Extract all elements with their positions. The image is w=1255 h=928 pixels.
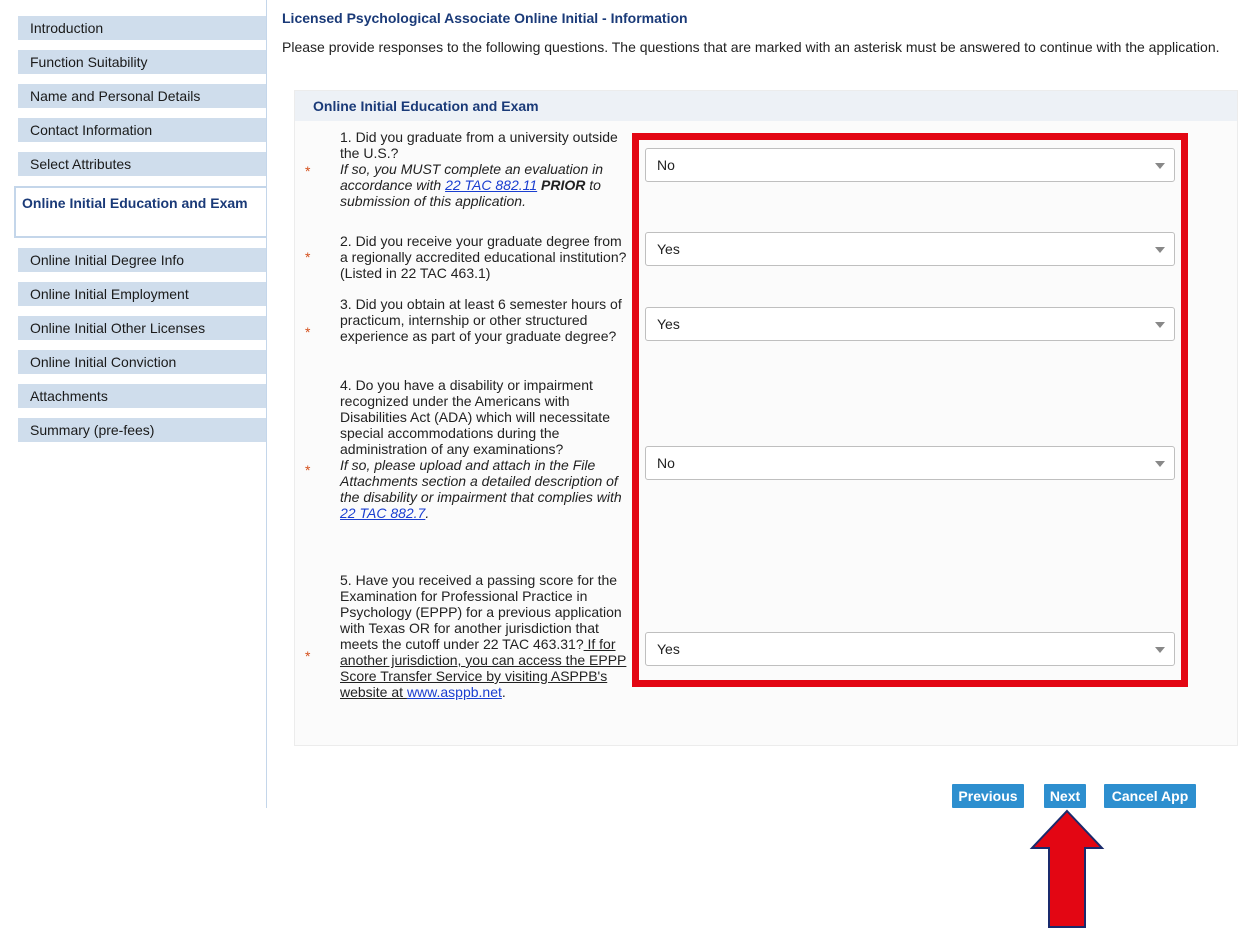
question-2-value: Yes — [657, 241, 680, 257]
question-5-value: Yes — [657, 641, 680, 657]
sidebar-item-contact-information[interactable]: Contact Information — [18, 118, 267, 142]
question-1-select[interactable]: No — [645, 148, 1175, 182]
section-title: Online Initial Education and Exam — [295, 91, 1237, 121]
question-3: 3. Did you obtain at least 6 semester ho… — [340, 296, 630, 344]
sidebar-item-conviction[interactable]: Online Initial Conviction — [18, 350, 267, 374]
question-4-note: If so, please upload and attach in the F… — [340, 457, 622, 521]
sidebar-item-employment[interactable]: Online Initial Employment — [18, 282, 267, 306]
required-asterisk: * — [305, 462, 311, 478]
question-3-select[interactable]: Yes — [645, 307, 1175, 341]
chevron-down-icon — [1155, 247, 1165, 253]
question-3-text: 3. Did you obtain at least 6 semester ho… — [340, 296, 622, 344]
question-1-note: If so, you MUST complete an evaluation i… — [340, 161, 604, 209]
required-asterisk: * — [305, 163, 311, 179]
question-5-text: 5. Have you received a passing score for… — [340, 572, 622, 652]
question-4-value: No — [657, 455, 675, 471]
question-5: 5. Have you received a passing score for… — [340, 572, 627, 700]
question-4-select[interactable]: No — [645, 446, 1175, 480]
sidebar-item-function-suitability[interactable]: Function Suitability — [18, 50, 267, 74]
sidebar-item-degree-info[interactable]: Online Initial Degree Info — [18, 248, 267, 272]
sidebar-item-other-licenses[interactable]: Online Initial Other Licenses — [18, 316, 267, 340]
required-asterisk: * — [305, 324, 311, 340]
question-5-select[interactable]: Yes — [645, 632, 1175, 666]
question-3-value: Yes — [657, 316, 680, 332]
instructions-text: Please provide responses to the followin… — [282, 39, 1220, 55]
required-asterisk: * — [305, 249, 311, 265]
sidebar-item-introduction[interactable]: Introduction — [18, 16, 267, 40]
sidebar-nav: Introduction Function Suitability Name a… — [14, 12, 268, 452]
cancel-app-button[interactable]: Cancel App — [1104, 784, 1196, 808]
chevron-down-icon — [1155, 647, 1165, 653]
previous-button[interactable]: Previous — [952, 784, 1024, 808]
sidebar-item-summary[interactable]: Summary (pre-fees) — [18, 418, 267, 442]
question-2: 2. Did you receive your graduate degree … — [340, 233, 630, 281]
sidebar-divider — [266, 0, 267, 808]
sidebar-item-name-personal-details[interactable]: Name and Personal Details — [18, 84, 267, 108]
question-1-value: No — [657, 157, 675, 173]
chevron-down-icon — [1155, 461, 1165, 467]
question-1-text: 1. Did you graduate from a university ou… — [340, 129, 618, 161]
question-2-select[interactable]: Yes — [645, 232, 1175, 266]
question-1: 1. Did you graduate from a university ou… — [340, 129, 630, 209]
chevron-down-icon — [1155, 163, 1165, 169]
question-4-link[interactable]: 22 TAC 882.7 — [340, 505, 425, 521]
next-button[interactable]: Next — [1044, 784, 1086, 808]
asppb-link[interactable]: www.asppb.net — [407, 684, 502, 700]
required-asterisk: * — [305, 648, 311, 664]
question-2-text: 2. Did you receive your graduate degree … — [340, 233, 627, 281]
question-4: 4. Do you have a disability or impairmen… — [340, 377, 630, 521]
sidebar-item-select-attributes[interactable]: Select Attributes — [18, 152, 267, 176]
question-1-link[interactable]: 22 TAC 882.11 — [445, 177, 537, 193]
sidebar-item-attachments[interactable]: Attachments — [18, 384, 267, 408]
question-4-text: 4. Do you have a disability or impairmen… — [340, 377, 610, 457]
arrow-up-icon — [1029, 809, 1105, 928]
sidebar-item-education-exam[interactable]: Online Initial Education and Exam — [14, 186, 266, 238]
page-title: Licensed Psychological Associate Online … — [282, 10, 688, 26]
chevron-down-icon — [1155, 322, 1165, 328]
